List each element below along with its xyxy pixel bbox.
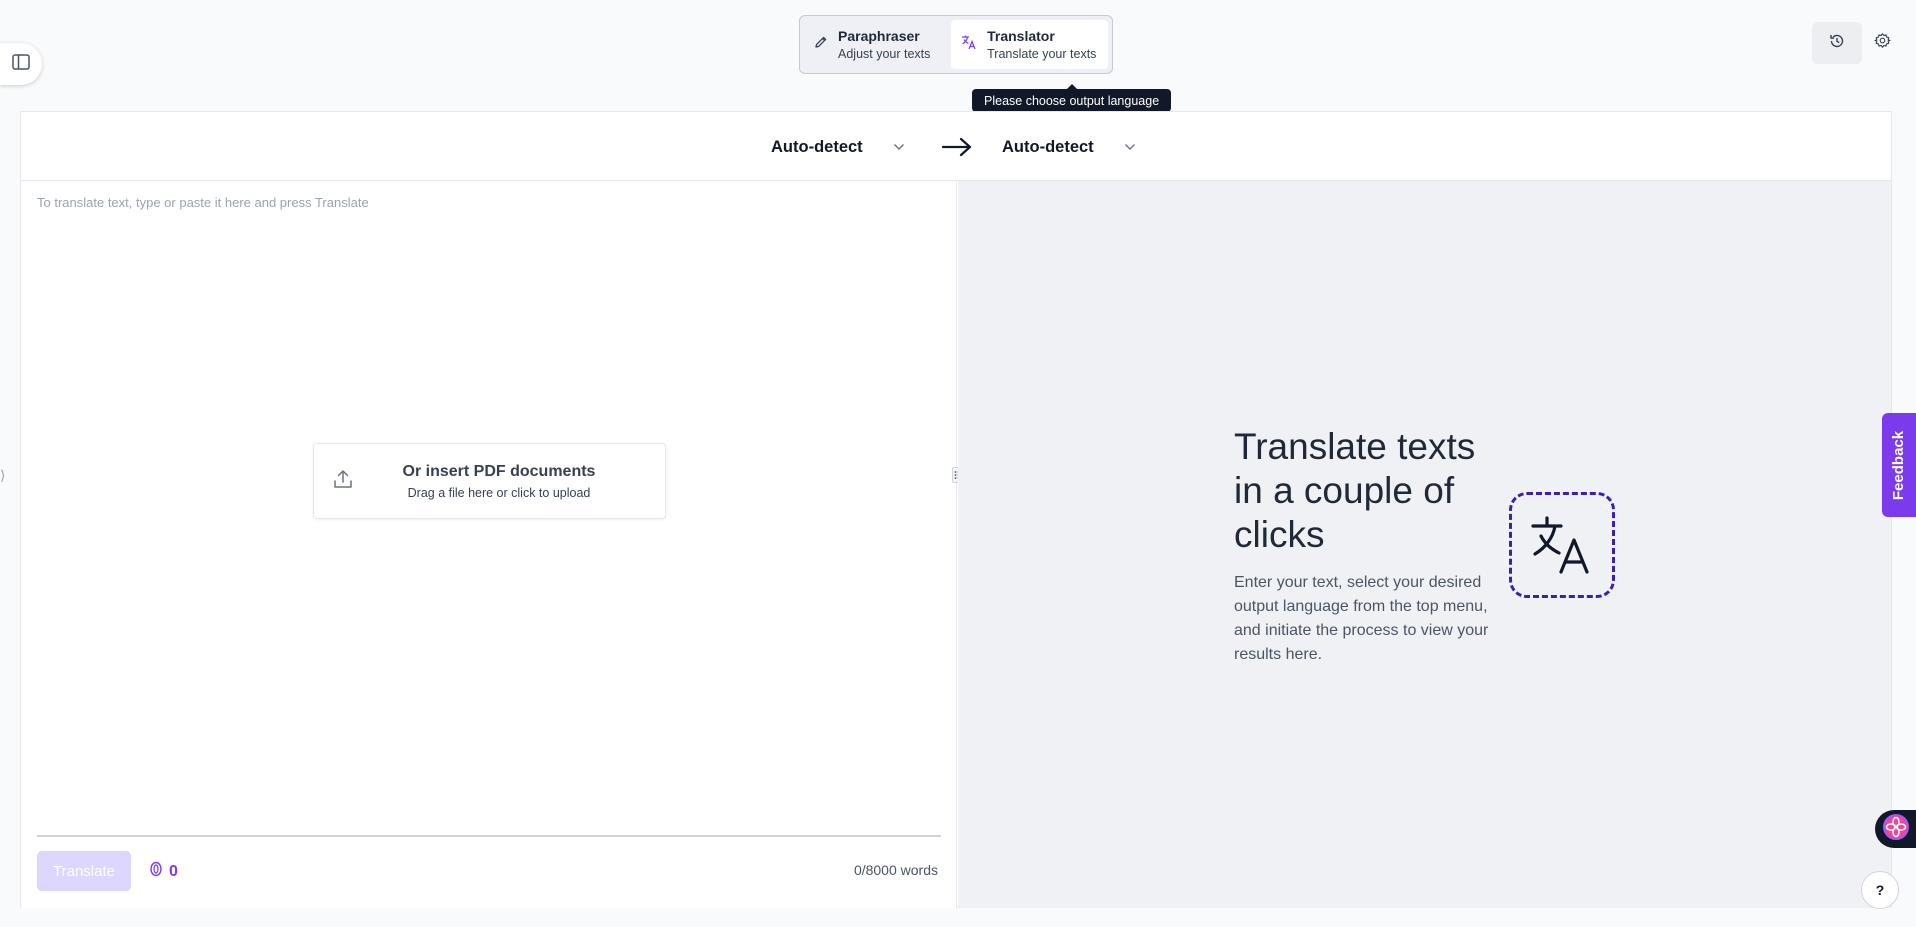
history-button[interactable]	[1812, 22, 1862, 64]
credits-counter: 0	[149, 861, 178, 882]
translate-icon	[961, 34, 977, 55]
language-bar: Auto-detect Auto-detect	[21, 112, 1891, 181]
input-divider	[37, 835, 941, 837]
feedback-label: Feedback	[1890, 430, 1908, 500]
chevron-right-icon[interactable]: ⟩	[0, 467, 5, 484]
settings-button[interactable]	[1858, 22, 1906, 64]
tab-paraphraser-title: Paraphraser	[838, 27, 920, 44]
output-language-tooltip: Please choose output language	[972, 84, 1172, 112]
tab-translator-title: Translator	[987, 27, 1055, 44]
history-icon	[1829, 33, 1845, 54]
arrow-right-icon	[940, 132, 974, 162]
input-pane: Or insert PDF documents Drag a file here…	[21, 181, 957, 908]
flower-logo-icon	[1882, 813, 1909, 845]
chevron-down-icon	[893, 138, 905, 156]
feedback-button[interactable]: Feedback	[1882, 413, 1916, 517]
source-language-label: Auto-detect	[771, 137, 863, 156]
coin-icon	[149, 861, 163, 882]
translator-panel: Auto-detect Auto-detect Or insert PDF do…	[20, 111, 1892, 908]
pdf-upload-title: Or insert PDF documents	[402, 463, 596, 480]
gear-icon	[1873, 32, 1891, 54]
output-hero-description: Enter your text, select your desired out…	[1234, 574, 1489, 663]
target-language-select[interactable]: Auto-detect	[1002, 128, 1136, 166]
sidebar-toggle-button[interactable]	[0, 43, 42, 85]
pencil-icon	[814, 35, 828, 54]
upload-icon	[332, 468, 354, 495]
tab-paraphraser-subtitle: Adjust your texts	[838, 46, 931, 61]
sidebar-icon	[12, 53, 30, 75]
credits-value: 0	[169, 862, 178, 880]
help-button[interactable]: ?	[1861, 871, 1899, 909]
mode-switch: Paraphraser Adjust your texts Translator…	[799, 15, 1113, 74]
word-count: 0/8000 words	[853, 862, 938, 878]
pdf-upload-dropzone[interactable]: Or insert PDF documents Drag a file here…	[313, 443, 666, 519]
pdf-upload-subtitle: Drag a file here or click to upload	[407, 486, 591, 500]
source-language-select[interactable]: Auto-detect	[771, 128, 905, 166]
tab-paraphraser[interactable]: Paraphraser Adjust your texts	[804, 20, 947, 69]
output-hero-title: Translate texts in a couple of clicks	[1234, 426, 1476, 555]
target-language-label: Auto-detect	[1002, 137, 1094, 156]
tab-translator[interactable]: Translator Translate your texts	[951, 20, 1108, 69]
output-pane: Translate texts in a couple of clicks En…	[958, 181, 1891, 908]
tab-translator-subtitle: Translate your texts	[987, 46, 1097, 61]
chevron-down-icon	[1124, 138, 1136, 156]
translate-button[interactable]: Translate	[37, 851, 131, 891]
assistant-button[interactable]	[1875, 810, 1916, 848]
translate-icon	[1509, 492, 1615, 598]
